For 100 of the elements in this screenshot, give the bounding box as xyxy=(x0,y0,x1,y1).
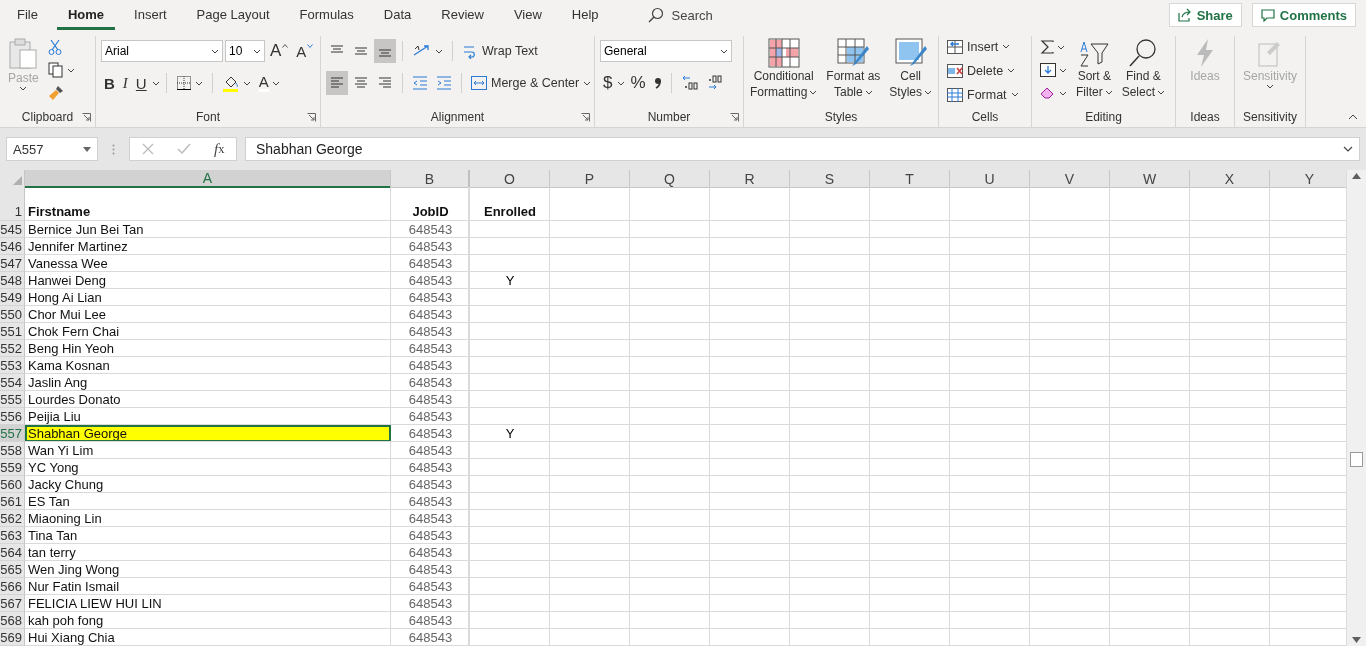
row-header[interactable]: 554 xyxy=(0,374,25,391)
bold-button[interactable]: B xyxy=(101,71,118,95)
row-header[interactable]: 545 xyxy=(0,221,25,238)
ribbon-tab[interactable]: Formulas xyxy=(288,0,365,30)
group-label: Font xyxy=(196,110,220,124)
editing-button[interactable]: Sort & Filter xyxy=(1073,36,1116,102)
column-header[interactable]: Y xyxy=(1270,170,1346,188)
grow-font-button[interactable]: A xyxy=(267,39,292,63)
style-button[interactable]: Cell Styles xyxy=(886,36,936,102)
font-color-button[interactable]: A xyxy=(255,71,283,95)
row-header[interactable]: 551 xyxy=(0,323,25,340)
style-button[interactable]: Format as Table xyxy=(823,36,884,102)
table-cell-text: Tina Tan xyxy=(27,527,79,543)
column-header[interactable]: U xyxy=(950,170,1030,188)
currency-button[interactable]: $ xyxy=(600,71,616,95)
row-header[interactable]: 565 xyxy=(0,561,25,578)
name-box[interactable]: A557 xyxy=(6,137,98,161)
underline-button[interactable]: U xyxy=(132,71,150,95)
row-header[interactable]: 569 xyxy=(0,629,25,646)
decimal-arrow-icon xyxy=(706,75,725,91)
table-cell-text: Lourdes Donato xyxy=(27,391,122,407)
vertical-align-button[interactable] xyxy=(374,39,396,63)
italic-button[interactable]: I xyxy=(119,71,131,95)
font-name-field[interactable]: Arial xyxy=(101,40,223,62)
editing-button[interactable]: Find & Select xyxy=(1118,36,1169,102)
row-header[interactable]: 559 xyxy=(0,459,25,476)
column-header[interactable]: W xyxy=(1110,170,1190,188)
wrap-icon xyxy=(462,43,478,59)
merge-center-button[interactable]: Merge & Center xyxy=(468,71,595,95)
font-size-field[interactable]: 10 xyxy=(225,40,265,62)
row-header[interactable]: 567 xyxy=(0,595,25,612)
row-header[interactable]: 558 xyxy=(0,442,25,459)
cells-menu-button[interactable]: Delete xyxy=(944,60,1019,81)
column-header[interactable]: A xyxy=(25,170,391,188)
caret-icon xyxy=(151,80,160,86)
percent-button[interactable]: % xyxy=(627,71,649,95)
column-header[interactable]: P xyxy=(550,170,630,188)
column-header[interactable]: S xyxy=(790,170,870,188)
row-header[interactable]: 561 xyxy=(0,493,25,510)
row-header[interactable]: 564 xyxy=(0,544,25,561)
ribbon-tab[interactable]: Review xyxy=(430,0,495,30)
table-header-cell: Enrolled xyxy=(484,204,536,219)
table-cell: 648543 xyxy=(408,306,453,322)
ribbon-tab[interactable]: Help xyxy=(560,0,610,30)
row-header[interactable]: 547 xyxy=(0,255,25,272)
vertical-scrollbar[interactable] xyxy=(1346,170,1366,646)
row-header[interactable]: 562 xyxy=(0,510,25,527)
row-header[interactable]: 555 xyxy=(0,391,25,408)
caret-icon xyxy=(1057,44,1065,50)
table-cell-text: tan terry xyxy=(27,544,77,560)
column-header[interactable]: Q xyxy=(630,170,710,188)
caret-icon xyxy=(1266,84,1274,89)
caret-icon xyxy=(720,48,728,54)
column-header[interactable]: T xyxy=(870,170,950,188)
horizontal-align-button[interactable] xyxy=(326,71,348,95)
row-header[interactable]: 556 xyxy=(0,408,25,425)
column-header[interactable]: B xyxy=(391,170,470,188)
formula-field[interactable]: Shabhan George xyxy=(245,137,1360,161)
row-header[interactable]: 548 xyxy=(0,272,25,289)
caret-icon xyxy=(435,48,443,54)
insert-cells-icon xyxy=(947,39,963,54)
column-header[interactable]: R xyxy=(710,170,790,188)
column-header[interactable]: X xyxy=(1190,170,1270,188)
ribbon-tab[interactable]: File xyxy=(6,0,49,30)
number-format-field[interactable]: General xyxy=(600,40,732,62)
cells-menu-button[interactable]: Insert xyxy=(944,36,1014,57)
table-cell: 648543 xyxy=(408,612,453,628)
share-button[interactable]: Share xyxy=(1168,3,1242,27)
row-header[interactable]: 552 xyxy=(0,340,25,357)
search-field[interactable]: Search xyxy=(669,6,754,24)
column-header[interactable]: O xyxy=(470,170,550,188)
row-header[interactable]: 557 xyxy=(0,425,25,442)
row-header[interactable]: 566 xyxy=(0,578,25,595)
ribbon-tab[interactable]: Page Layout xyxy=(185,0,281,30)
row-header[interactable]: 553 xyxy=(0,357,25,374)
caret-icon xyxy=(253,48,261,54)
table-cell: 648543 xyxy=(408,459,453,475)
table-cell-text: ES Tan xyxy=(27,493,71,509)
wrap-text-button[interactable]: Wrap Text xyxy=(459,39,541,63)
cells-menu-button[interactable]: Format xyxy=(944,84,1022,105)
shrink-font-button[interactable]: A xyxy=(293,39,317,63)
ribbon-tab[interactable]: Insert xyxy=(123,0,178,30)
align-lines-icon xyxy=(353,76,369,90)
style-button[interactable]: Conditional Formatting xyxy=(746,36,821,102)
row-header[interactable]: 546 xyxy=(0,238,25,255)
scroll-thumb[interactable] xyxy=(1350,452,1363,467)
comments-button[interactable]: Comments xyxy=(1251,3,1356,27)
group-label: Ideas xyxy=(1190,110,1220,124)
ribbon-tab[interactable]: Home xyxy=(56,0,116,30)
row-header[interactable]: 560 xyxy=(0,476,25,493)
row-header[interactable]: 1 xyxy=(0,187,25,221)
row-header[interactable]: 549 xyxy=(0,289,25,306)
ribbon-tab[interactable]: View xyxy=(502,0,553,30)
row-header[interactable]: 568 xyxy=(0,612,25,629)
ribbon-tab[interactable]: Data xyxy=(372,0,423,30)
row-header[interactable]: 563 xyxy=(0,527,25,544)
row-header[interactable]: 550 xyxy=(0,306,25,323)
column-header[interactable]: V xyxy=(1030,170,1110,188)
indent-icon xyxy=(436,76,452,90)
align-lines-icon xyxy=(353,44,369,58)
